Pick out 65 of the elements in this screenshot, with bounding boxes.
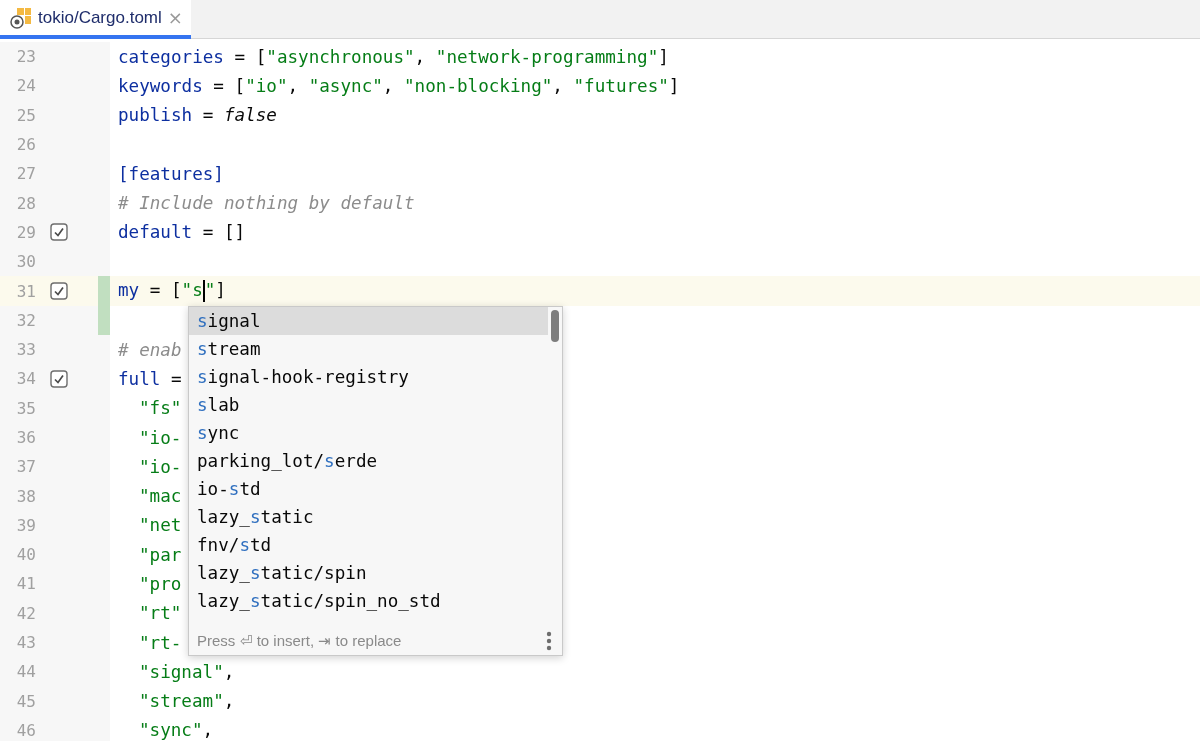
code-line: "mac	[139, 486, 182, 507]
completion-item[interactable]: stream	[189, 335, 548, 363]
code-line: "stream",	[139, 691, 235, 712]
line-number: 31	[15, 281, 36, 301]
line-number: 32	[15, 310, 36, 330]
line-number: 33	[15, 340, 36, 360]
code-comment: # enab	[118, 339, 182, 360]
line-number: 41	[15, 574, 36, 594]
code-line: [features]	[118, 163, 224, 184]
checkbox-icon[interactable]	[50, 369, 68, 388]
line-number: 23	[15, 47, 36, 67]
completion-item[interactable]: lazy_static/spin	[189, 559, 548, 587]
line-number: 26	[15, 135, 36, 155]
code-line: my = ["s"]	[118, 280, 226, 302]
line-number: 36	[15, 428, 36, 447]
code-line: "net	[139, 515, 182, 536]
code-line: full =	[118, 368, 182, 389]
completion-item[interactable]: signal	[189, 307, 548, 335]
completion-item[interactable]: io-std	[189, 475, 548, 503]
completion-item[interactable]: signal-hook-registry	[189, 363, 548, 391]
checkbox-icon[interactable]	[50, 223, 68, 242]
tab-title: tokio/Cargo.toml	[38, 7, 162, 28]
completion-item[interactable]: parking_lot/serde	[189, 447, 548, 475]
completion-item[interactable]: sync	[189, 419, 548, 447]
line-number: 29	[15, 222, 36, 242]
line-number: 45	[15, 691, 36, 711]
code-line: default = []	[118, 222, 246, 243]
completion-item[interactable]: lazy_static/spin_no_std	[189, 587, 548, 615]
code-line: "io-	[139, 456, 182, 477]
code-line: keywords = ["io", "async", "non-blocking", "futures"]	[118, 75, 680, 96]
line-number: 44	[15, 662, 36, 682]
line-number: 35	[15, 398, 36, 418]
code-line: "pro	[139, 574, 182, 594]
code-line: categories = ["asynchronous", "network-programming"]	[118, 46, 669, 67]
line-number: 43	[15, 633, 36, 653]
line-number: 46	[15, 720, 36, 740]
rust-file-icon	[10, 6, 32, 29]
completion-item[interactable]: slab	[189, 391, 548, 419]
code-line: publish = false	[118, 105, 277, 126]
line-number: 34	[15, 369, 36, 389]
line-number: 30	[15, 252, 36, 272]
code-line: "signal",	[139, 661, 235, 682]
line-number: 28	[15, 193, 36, 213]
line-number: 42	[15, 603, 36, 623]
completion-item[interactable]: fnv/std	[189, 531, 548, 559]
code-line: "sync",	[139, 720, 214, 741]
line-number: 24	[15, 76, 36, 96]
completion-item[interactable]: lazy_static	[189, 503, 548, 531]
line-number: 25	[15, 105, 36, 125]
line-number: 40	[15, 545, 36, 565]
line-number: 38	[15, 486, 36, 506]
line-number: 39	[15, 515, 36, 535]
code-line: "rt"	[139, 603, 182, 624]
more-icon[interactable]	[546, 630, 552, 651]
code-comment: # Include nothing by default	[118, 193, 415, 214]
code-line: "rt-	[139, 632, 182, 653]
checkbox-icon[interactable]	[50, 282, 68, 300]
line-number: 37	[15, 457, 36, 477]
line-number: 27	[15, 164, 36, 184]
code-line: "fs"	[139, 398, 182, 419]
scrollbar-thumb[interactable]	[551, 310, 559, 342]
code-line: "io-	[139, 427, 182, 448]
code-line: "par	[139, 544, 182, 565]
file-tab[interactable]: tokio/Cargo.toml ×	[0, 0, 191, 39]
hint-text: Press ⏎ to insert, ⇥ to replace	[197, 631, 402, 650]
